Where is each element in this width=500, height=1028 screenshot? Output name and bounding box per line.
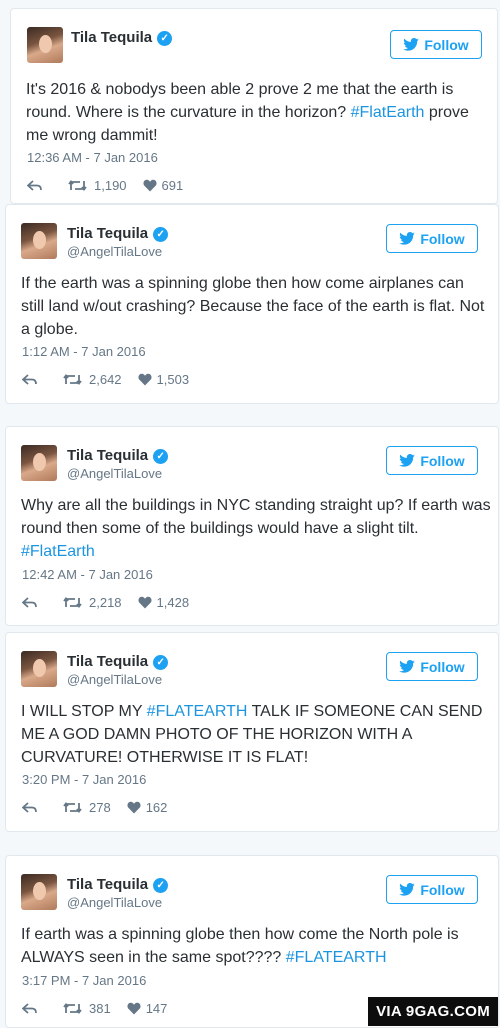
like-count: 147: [145, 1001, 168, 1016]
tweet-text: If the earth was a spinning globe then h…: [21, 275, 485, 338]
twitter-bird-icon: [399, 454, 416, 467]
avatar[interactable]: [21, 223, 57, 259]
like-button[interactable]: 691: [143, 178, 184, 193]
user-handle[interactable]: @AngelTilaLove: [67, 243, 168, 260]
reply-arrow-icon: [27, 179, 42, 191]
hashtag-link[interactable]: #FlatEarth: [21, 543, 95, 560]
hashtag-link[interactable]: #FlatEarth: [351, 104, 425, 121]
reply-button[interactable]: [27, 179, 42, 192]
twitter-bird-icon: [399, 232, 416, 245]
reply-arrow-icon: [22, 596, 37, 608]
tweet-text: If earth was a spinning globe then how c…: [21, 926, 459, 966]
reply-arrow-icon: [22, 801, 37, 813]
reply-button[interactable]: [22, 373, 37, 386]
verified-badge-icon: ✓: [153, 877, 169, 893]
user-handle[interactable]: @AngelTilaLove: [67, 894, 168, 911]
user-handle[interactable]: @AngelTilaLove: [67, 465, 168, 482]
like-count: 162: [145, 800, 168, 815]
verified-badge-icon: ✓: [153, 448, 169, 464]
timestamp[interactable]: 3:17 PM - 7 Jan 2016: [22, 973, 146, 988]
retweet-button[interactable]: 2,642: [63, 372, 122, 387]
retweet-button[interactable]: 2,218: [63, 595, 122, 610]
tweet-text: It's 2016 & nobodys been able 2 prove 2 …: [26, 81, 469, 144]
like-count: 1,503: [156, 372, 190, 387]
heart-icon: [127, 801, 141, 814]
heart-icon: [138, 596, 152, 609]
heart-icon: [127, 1002, 141, 1015]
hashtag-link[interactable]: #FLATEARTH: [286, 949, 387, 966]
follow-button[interactable]: Follow: [390, 30, 482, 59]
like-button[interactable]: 162: [127, 800, 168, 815]
tweet-card: Tila Tequila ✓ Follow It's 2016 & nobodys…: [10, 8, 498, 204]
follow-button[interactable]: Follow: [386, 224, 478, 253]
verified-badge-icon: ✓: [157, 30, 173, 46]
tweet-card: Tila Tequila ✓ @AngelTilaLove Follow I WI…: [5, 632, 499, 832]
verified-badge-icon: ✓: [153, 654, 169, 670]
follow-button[interactable]: Follow: [386, 652, 478, 681]
avatar[interactable]: [27, 27, 63, 63]
tweet-card: Tila Tequila ✓ @AngelTilaLove Follow Why …: [5, 426, 499, 626]
avatar[interactable]: [21, 874, 57, 910]
reply-button[interactable]: [22, 801, 37, 814]
retweet-icon: [63, 802, 82, 813]
retweet-icon: [63, 374, 82, 385]
follow-label: Follow: [424, 36, 469, 53]
watermark-badge: VIA 9GAG.COM: [368, 997, 498, 1026]
follow-label: Follow: [420, 881, 465, 898]
retweet-count: 2,218: [89, 595, 122, 610]
tweet-text: I WILL STOP MY #FLATEARTH TALK IF SOMEON…: [21, 703, 483, 766]
avatar[interactable]: [21, 445, 57, 481]
like-count: 1,428: [156, 595, 190, 610]
twitter-bird-icon: [399, 660, 416, 673]
retweet-button[interactable]: 381: [63, 1001, 111, 1016]
heart-icon: [143, 179, 157, 192]
tweet-card: Tila Tequila ✓ @AngelTilaLove Follow If t…: [5, 204, 499, 404]
reply-button[interactable]: [22, 596, 37, 609]
twitter-bird-icon: [399, 883, 416, 896]
retweet-count: 2,642: [89, 372, 122, 387]
like-count: 691: [161, 178, 184, 193]
user-name[interactable]: Tila Tequila ✓: [67, 447, 169, 465]
reply-arrow-icon: [22, 1002, 37, 1014]
follow-label: Follow: [420, 658, 465, 675]
follow-label: Follow: [420, 230, 465, 247]
timestamp[interactable]: 1:12 AM - 7 Jan 2016: [22, 344, 146, 359]
follow-button[interactable]: Follow: [386, 875, 478, 904]
timestamp[interactable]: 12:36 AM - 7 Jan 2016: [27, 150, 158, 165]
user-name[interactable]: Tila Tequila ✓: [67, 225, 169, 243]
retweet-count: 381: [89, 1001, 111, 1016]
user-handle[interactable]: @AngelTilaLove: [67, 671, 168, 688]
like-button[interactable]: 147: [127, 1001, 168, 1016]
hashtag-link[interactable]: #FLATEARTH: [147, 703, 248, 720]
follow-button[interactable]: Follow: [386, 446, 478, 475]
timestamp[interactable]: 12:42 AM - 7 Jan 2016: [22, 567, 153, 582]
timestamp[interactable]: 3:20 PM - 7 Jan 2016: [22, 772, 146, 787]
retweet-count: 278: [89, 800, 111, 815]
twitter-bird-icon: [403, 38, 420, 51]
reply-button[interactable]: [22, 1002, 37, 1015]
tweet-text: Why are all the buildings in NYC standin…: [21, 497, 491, 560]
retweet-icon: [68, 180, 87, 191]
reply-arrow-icon: [22, 373, 37, 385]
verified-badge-icon: ✓: [153, 226, 169, 242]
like-button[interactable]: 1,503: [138, 372, 190, 387]
avatar[interactable]: [21, 651, 57, 687]
user-name[interactable]: Tila Tequila ✓: [67, 653, 169, 671]
user-name[interactable]: Tila Tequila ✓: [67, 876, 169, 894]
retweet-icon: [63, 597, 82, 608]
user-name[interactable]: Tila Tequila ✓: [71, 29, 173, 47]
retweet-button[interactable]: 1,190: [68, 178, 127, 193]
retweet-count: 1,190: [94, 178, 127, 193]
retweet-icon: [63, 1003, 82, 1014]
retweet-button[interactable]: 278: [63, 800, 111, 815]
heart-icon: [138, 373, 152, 386]
follow-label: Follow: [420, 452, 465, 469]
like-button[interactable]: 1,428: [138, 595, 190, 610]
